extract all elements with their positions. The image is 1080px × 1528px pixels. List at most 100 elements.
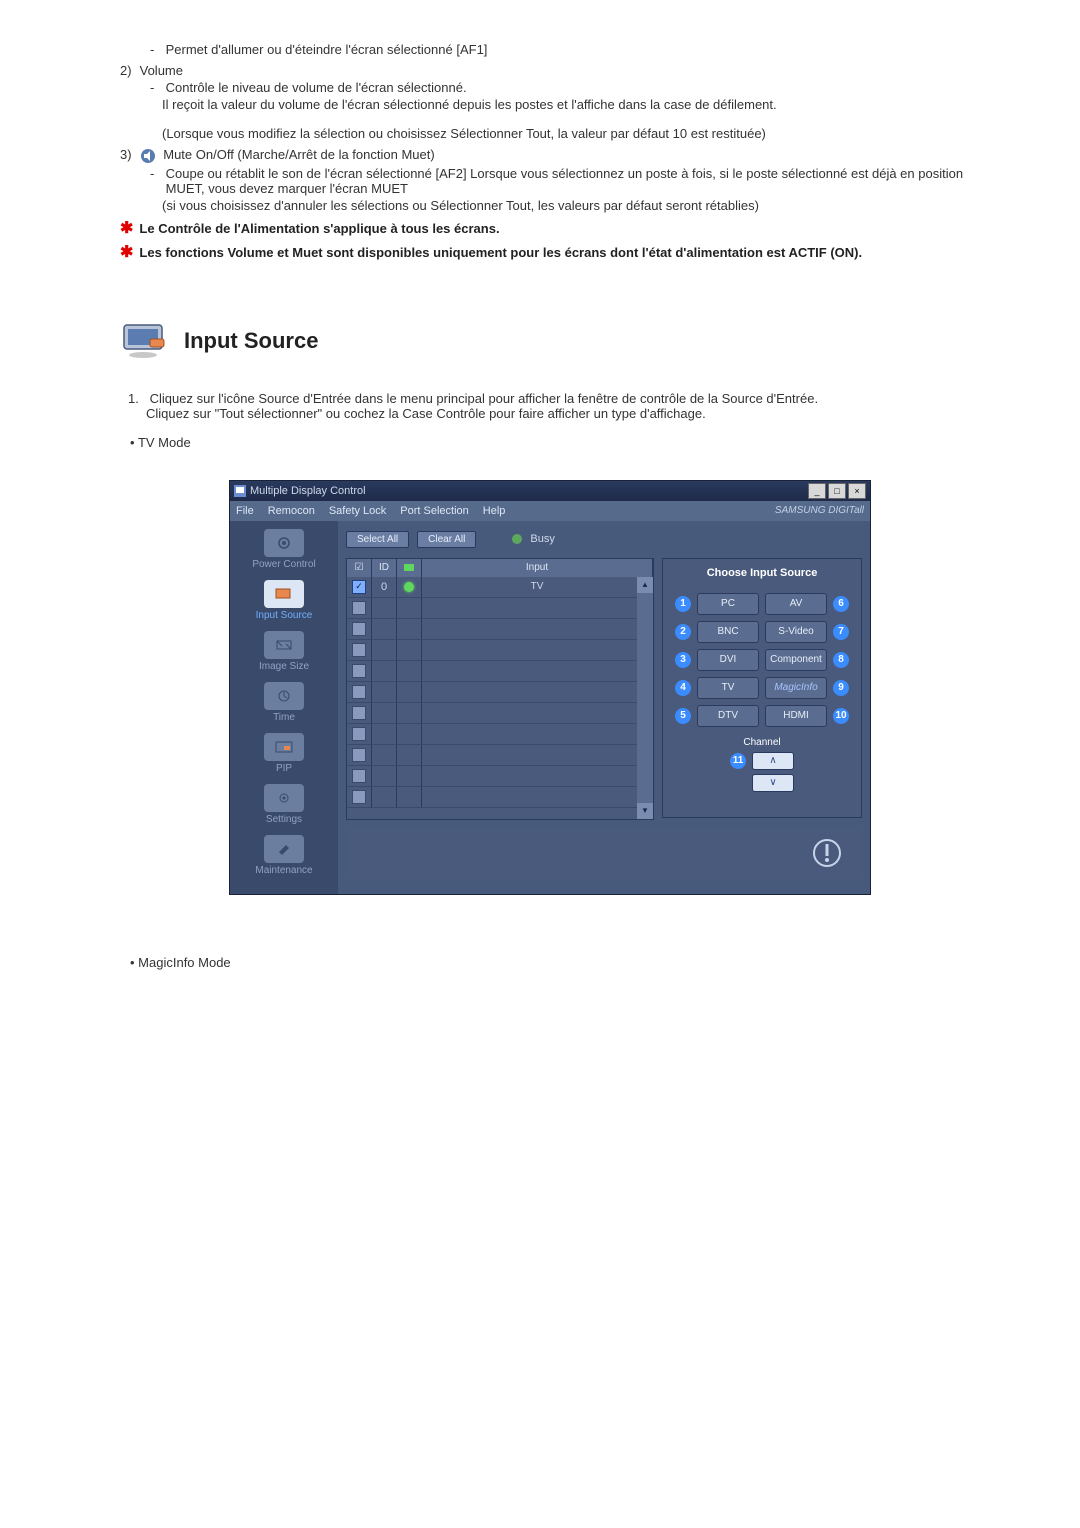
item2-sub1: - Contrôle le niveau de volume de l'écra… — [150, 80, 980, 95]
source-dvi-button[interactable]: DVI — [697, 649, 759, 671]
callout-8: 8 — [833, 652, 849, 668]
grid-header: ☑ ID Input — [347, 559, 653, 577]
table-row[interactable] — [347, 598, 653, 619]
mute-icon — [140, 148, 156, 164]
close-button[interactable]: × — [848, 483, 866, 499]
row-checkbox[interactable] — [352, 685, 366, 699]
bullet-tv-mode: TV Mode — [130, 435, 980, 450]
source-av-button[interactable]: AV — [765, 593, 827, 615]
time-icon — [264, 682, 304, 710]
menu-remocon[interactable]: Remocon — [268, 505, 315, 517]
callout-7: 7 — [833, 624, 849, 640]
row-checkbox[interactable] — [352, 790, 366, 804]
item2-num: 2) — [120, 63, 136, 78]
table-row[interactable] — [347, 640, 653, 661]
input-source-panel: Choose Input Source 1 PC AV 6 2 BNC S-Vi… — [662, 558, 862, 818]
callout-11: 11 — [730, 753, 746, 769]
row-checkbox[interactable] — [352, 664, 366, 678]
menu-help[interactable]: Help — [483, 505, 506, 517]
item2-sub1-detail: Il reçoit la valeur du volume de l'écran… — [162, 97, 980, 112]
sidebar-item-time[interactable]: Time — [234, 682, 334, 723]
app-icon — [234, 485, 246, 497]
item2-label: Volume — [140, 63, 183, 78]
menu-file[interactable]: File — [236, 505, 254, 517]
status-led-icon — [404, 582, 414, 592]
sidebar-item-input-source[interactable]: Input Source — [234, 580, 334, 621]
table-row[interactable] — [347, 703, 653, 724]
source-svideo-button[interactable]: S-Video — [765, 621, 827, 643]
warning-icon — [812, 838, 842, 868]
app-window: Multiple Display Control _ □ × File Remo… — [229, 480, 871, 895]
window-title: Multiple Display Control — [250, 485, 366, 497]
source-magicinfo-button[interactable]: MagicInfo — [765, 677, 827, 699]
item3-sub1: - Coupe ou rétablit le son de l'écran sé… — [150, 166, 980, 196]
star1-text: Le Contrôle de l'Alimentation s'applique… — [139, 221, 499, 236]
item3-num: 3) — [120, 147, 136, 162]
sidebar-item-pip[interactable]: PIP — [234, 733, 334, 774]
table-row[interactable] — [347, 619, 653, 640]
item2-sub1-text: Contrôle le niveau de volume de l'écran … — [166, 80, 467, 95]
callout-9: 9 — [833, 680, 849, 696]
table-row[interactable] — [347, 787, 653, 808]
sidebar-item-image-size[interactable]: Image Size — [234, 631, 334, 672]
source-dtv-button[interactable]: DTV — [697, 705, 759, 727]
bullet-magicinfo-mode: MagicInfo Mode — [130, 955, 980, 970]
item2: 2) Volume — [120, 63, 980, 78]
panel-title: Choose Input Source — [671, 567, 853, 579]
sidebar-item-power-control[interactable]: Power Control — [234, 529, 334, 570]
status-bar — [346, 828, 862, 878]
star-note-2: ✱ Les fonctions Volume et Muet sont disp… — [120, 245, 980, 261]
row-checkbox[interactable] — [352, 643, 366, 657]
sidebar-label: Input Source — [234, 610, 334, 621]
header-status — [397, 559, 422, 577]
image-size-icon — [264, 631, 304, 659]
scrollbar[interactable]: ▲ ▼ — [637, 577, 653, 819]
table-row[interactable] — [347, 682, 653, 703]
header-checkbox[interactable]: ☑ — [347, 559, 372, 577]
channel-down-button[interactable]: ∨ — [752, 774, 794, 792]
sidebar: Power Control Input Source Image Size Ti… — [230, 521, 338, 894]
sidebar-item-settings[interactable]: Settings — [234, 784, 334, 825]
row-checkbox[interactable] — [352, 727, 366, 741]
row-checkbox[interactable] — [352, 622, 366, 636]
star2-text: Les fonctions Volume et Muet sont dispon… — [139, 245, 862, 260]
minimize-button[interactable]: _ — [808, 483, 826, 499]
source-bnc-button[interactable]: BNC — [697, 621, 759, 643]
row-checkbox[interactable] — [352, 769, 366, 783]
channel-label: Channel — [671, 737, 853, 748]
table-row[interactable] — [347, 661, 653, 682]
main-panel: Select All Clear All Busy ☑ ID — [338, 521, 870, 894]
scroll-up-button[interactable]: ▲ — [637, 577, 653, 593]
source-component-button[interactable]: Component — [765, 649, 827, 671]
select-all-button[interactable]: Select All — [346, 531, 409, 548]
sidebar-label: Power Control — [234, 559, 334, 570]
source-pc-button[interactable]: PC — [697, 593, 759, 615]
clear-all-button[interactable]: Clear All — [417, 531, 476, 548]
header-input: Input — [422, 559, 653, 577]
row-checkbox[interactable] — [352, 748, 366, 762]
menu-port-selection[interactable]: Port Selection — [400, 505, 468, 517]
table-row[interactable]: ✓ 0 TV — [347, 577, 653, 598]
sidebar-label: Settings — [234, 814, 334, 825]
row-checkbox[interactable]: ✓ — [352, 580, 366, 594]
star-note-1: ✱ Le Contrôle de l'Alimentation s'appliq… — [120, 221, 980, 237]
row-checkbox[interactable] — [352, 601, 366, 615]
callout-3: 3 — [675, 652, 691, 668]
item3-label: Mute On/Off (Marche/Arrêt de la fonction… — [163, 147, 434, 162]
source-tv-button[interactable]: TV — [697, 677, 759, 699]
power-control-icon — [264, 529, 304, 557]
sidebar-item-maintenance[interactable]: Maintenance — [234, 835, 334, 876]
source-hdmi-button[interactable]: HDMI — [765, 705, 827, 727]
row-id: 0 — [372, 577, 397, 597]
table-row[interactable] — [347, 745, 653, 766]
channel-up-button[interactable]: ∧ — [752, 752, 794, 770]
menu-safety-lock[interactable]: Safety Lock — [329, 505, 386, 517]
table-row[interactable] — [347, 766, 653, 787]
desc1b: Cliquez sur "Tout sélectionner" ou coche… — [146, 406, 980, 421]
section-step-1: 1. Cliquez sur l'icône Source d'Entrée d… — [128, 391, 980, 406]
table-row[interactable] — [347, 724, 653, 745]
section-header: Input Source — [120, 321, 980, 361]
scroll-down-button[interactable]: ▼ — [637, 803, 653, 819]
maximize-button[interactable]: □ — [828, 483, 846, 499]
row-checkbox[interactable] — [352, 706, 366, 720]
